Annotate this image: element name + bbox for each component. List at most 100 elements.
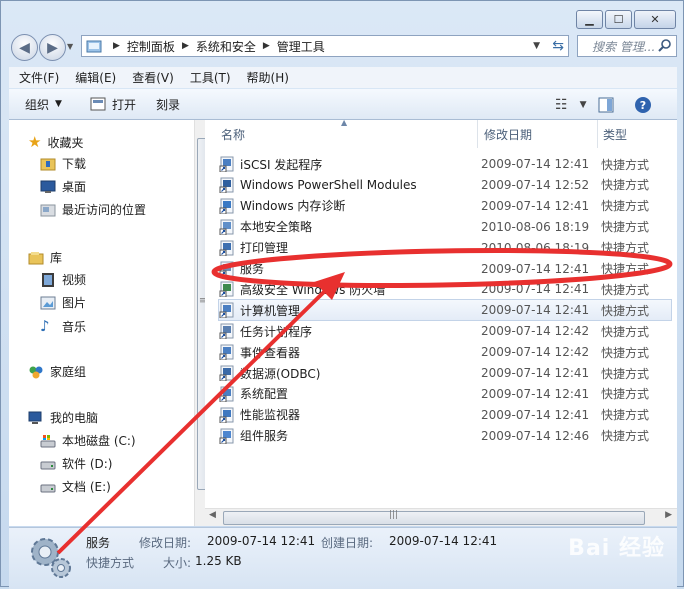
back-button[interactable]: ◀: [11, 34, 38, 61]
file-type: 快捷方式: [601, 178, 650, 193]
file-name: 服务: [240, 262, 265, 276]
address-bar[interactable]: ▶ 控制面板 ▶ 系统和安全 ▶ 管理工具 ▼ ⇆: [81, 35, 569, 57]
refresh-icon[interactable]: ⇆: [552, 38, 564, 54]
nav-drive-c[interactable]: 本地磁盘 (C:): [40, 432, 136, 449]
file-row[interactable]: 数据源(ODBC) 2009-07-14 12:41 快捷方式: [219, 363, 671, 383]
minimize-button[interactable]: ▁: [576, 10, 603, 29]
open-label: 打开: [111, 97, 136, 112]
nav-desktop[interactable]: 桌面: [40, 178, 86, 195]
file-row[interactable]: iSCSI 发起程序 2009-07-14 12:41 快捷方式: [219, 154, 671, 174]
column-type[interactable]: 类型: [603, 120, 627, 148]
preview-pane-icon[interactable]: [598, 97, 614, 113]
column-name[interactable]: 名称: [221, 120, 245, 148]
file-row[interactable]: 事件查看器 2009-07-14 12:42 快捷方式: [219, 342, 671, 362]
nav-homegroup[interactable]: 家庭组: [28, 363, 86, 380]
file-type: 快捷方式: [601, 199, 650, 214]
nav-music[interactable]: ♪ 音乐: [40, 317, 86, 335]
file-row[interactable]: 高级安全 Windows 防火墙 2009-07-14 12:41 快捷方式: [219, 279, 671, 299]
menu-file[interactable]: 文件(F): [9, 69, 65, 86]
file-date: 2009-07-14 12:41: [481, 407, 590, 422]
column-divider[interactable]: [597, 120, 598, 148]
menu-view[interactable]: 查看(V): [122, 69, 180, 86]
file-type: 快捷方式: [601, 324, 650, 339]
nav-drive-e[interactable]: 文档 (E:): [40, 478, 111, 495]
drive-icon: [40, 461, 56, 469]
close-button[interactable]: ✕: [634, 10, 676, 29]
burn-label: 刻录: [155, 97, 180, 112]
file-row[interactable]: 打印管理 2010-08-06 18:19 快捷方式: [219, 238, 671, 258]
nav-label: 图片: [62, 296, 87, 310]
file-name-cell: 事件查看器: [219, 344, 481, 361]
file-name: 事件查看器: [240, 345, 301, 360]
nav-favorites[interactable]: ★ 收藏夹: [28, 133, 83, 151]
music-note-icon: ♪: [40, 317, 50, 335]
shortcut-icon: [219, 344, 234, 361]
scroll-right-icon[interactable]: ▶: [665, 510, 672, 520]
file-row[interactable]: Windows 内存诊断 2009-07-14 12:41 快捷方式: [219, 196, 671, 216]
nav-computer[interactable]: 我的电脑: [28, 409, 98, 426]
forward-button[interactable]: ▶: [39, 34, 66, 61]
recent-places-icon: [40, 204, 56, 216]
nav-pictures[interactable]: 图片: [40, 294, 86, 311]
search-icon[interactable]: [658, 39, 672, 53]
file-row[interactable]: 性能监视器 2009-07-14 12:41 快捷方式: [219, 405, 671, 425]
help-icon[interactable]: ?: [634, 96, 652, 114]
horizontal-scrollbar[interactable]: ◀ ||| ▶: [205, 508, 677, 526]
file-name: 数据源(ODBC): [240, 366, 321, 381]
nav-videos[interactable]: 视频: [40, 271, 86, 288]
file-row[interactable]: 计算机管理 2009-07-14 12:41 快捷方式: [218, 299, 672, 322]
menu-tools[interactable]: 工具(T): [180, 69, 237, 86]
detail-modified-label: 修改日期:: [139, 536, 192, 550]
file-row[interactable]: 本地安全策略 2010-08-06 18:19 快捷方式: [219, 217, 671, 237]
file-type: 快捷方式: [601, 303, 650, 318]
file-row[interactable]: 系统配置 2009-07-14 12:41 快捷方式: [219, 384, 671, 404]
detail-created-value: 2009-07-14 12:41: [389, 534, 498, 548]
menu-help[interactable]: 帮助(H): [237, 69, 295, 86]
breadcrumb-system-security[interactable]: 系统和安全: [196, 38, 256, 55]
file-row[interactable]: 组件服务 2009-07-14 12:46 快捷方式: [219, 426, 671, 446]
nav-libraries[interactable]: 库: [28, 249, 62, 266]
nav-label: 库: [50, 251, 63, 265]
scroll-left-icon[interactable]: ◀: [209, 510, 216, 520]
nav-drive-d[interactable]: 软件 (D:): [40, 455, 112, 472]
detail-modified-value: 2009-07-14 12:41: [207, 534, 316, 548]
shortcut-icon: [219, 428, 234, 444]
recent-pages-arrow-icon[interactable]: ▼: [67, 42, 73, 51]
breadcrumb-control-panel[interactable]: 控制面板: [127, 38, 175, 55]
file-row[interactable]: 服务 2009-07-14 12:41 快捷方式: [219, 259, 671, 279]
navigation-pane: ★ 收藏夹 下载 桌面 最近访问的位置 库 视频 图片 ♪ 音乐 家庭组 我的电…: [9, 120, 211, 526]
burn-button[interactable]: 刻录: [146, 96, 190, 113]
file-name-cell: 计算机管理: [219, 302, 481, 319]
command-bar: 组织 ▼ 打开 刻录 ☷ ▼ ?: [9, 89, 677, 120]
breadcrumb-admin-tools[interactable]: 管理工具: [277, 38, 325, 55]
nav-label: 本地磁盘 (C:): [62, 434, 136, 448]
column-divider[interactable]: [477, 120, 478, 148]
services-gear-icon: [31, 538, 71, 578]
nav-label: 收藏夹: [47, 135, 84, 150]
horizontal-scroll-thumb[interactable]: [223, 511, 645, 525]
nav-downloads[interactable]: 下载: [40, 155, 86, 172]
nav-recent-places[interactable]: 最近访问的位置: [40, 201, 146, 218]
column-date[interactable]: 修改日期: [484, 120, 532, 148]
menu-edit[interactable]: 编辑(E): [65, 69, 122, 86]
address-dropdown-icon[interactable]: ▼: [533, 41, 540, 51]
open-button[interactable]: 打开: [72, 96, 146, 113]
file-name: 高级安全 Windows 防火墙: [240, 282, 386, 297]
nav-label: 我的电脑: [50, 411, 99, 425]
nav-label: 家庭组: [50, 365, 87, 379]
view-dropdown-icon[interactable]: ▼: [580, 100, 587, 110]
file-row[interactable]: 任务计划程序 2009-07-14 12:42 快捷方式: [219, 321, 671, 341]
file-name-cell: iSCSI 发起程序: [219, 156, 481, 173]
breadcrumb-separator[interactable]: ▶: [263, 41, 270, 51]
breadcrumb-separator[interactable]: ▶: [113, 41, 120, 51]
drive-icon: [40, 484, 56, 492]
breadcrumb-separator[interactable]: ▶: [182, 41, 189, 51]
file-type: 快捷方式: [601, 220, 650, 235]
detail-created-label: 创建日期:: [321, 536, 374, 550]
file-type: 快捷方式: [601, 241, 650, 256]
organize-button[interactable]: 组织 ▼: [9, 96, 72, 113]
file-name: 本地安全策略: [240, 220, 313, 235]
file-row[interactable]: Windows PowerShell Modules 2009-07-14 12:…: [219, 175, 671, 195]
view-options-icon[interactable]: ☷: [555, 97, 568, 113]
maximize-button[interactable]: ☐: [605, 10, 632, 29]
